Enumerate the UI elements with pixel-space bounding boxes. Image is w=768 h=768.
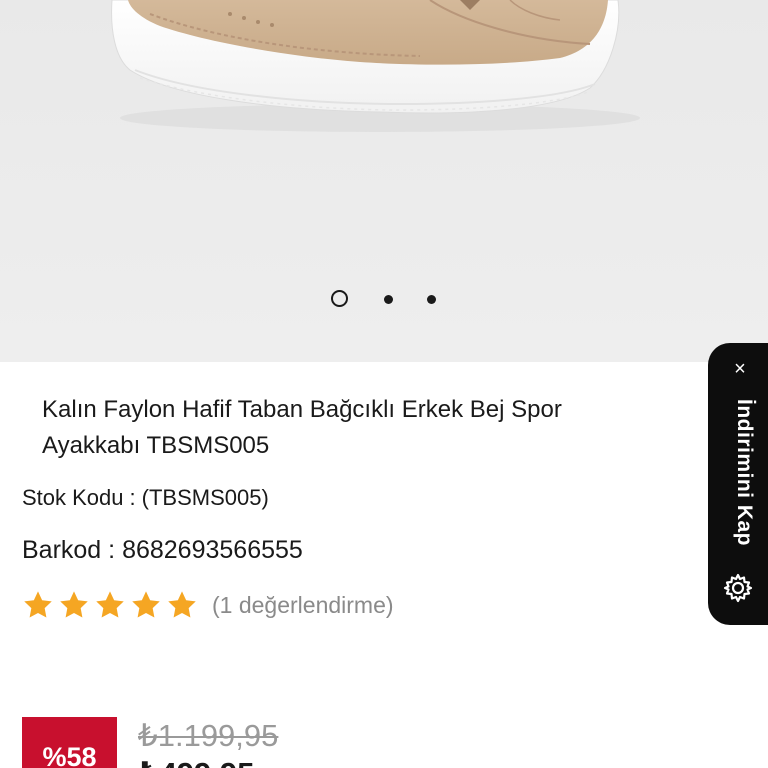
star-icon (24, 591, 52, 618)
product-page: Kalın Faylon Hafif Taban Bağcıklı Erkek … (0, 0, 768, 768)
stock-code: Stok Kodu: (TBSMS005) (22, 485, 269, 511)
star-icon (60, 591, 88, 618)
discount-side-tab[interactable]: × İndirimini Kap (708, 343, 768, 625)
stock-code-label: Stok Kodu (22, 485, 124, 510)
star-icon (96, 591, 124, 618)
product-title: Kalın Faylon Hafif Taban Bağcıklı Erkek … (42, 396, 562, 459)
current-price: ₺499,95 (138, 756, 254, 768)
pagination-dot[interactable] (384, 295, 393, 304)
barcode: Barkod : 8682693566555 (22, 536, 303, 565)
stock-code-value: (TBSMS005) (141, 485, 269, 510)
product-rating[interactable]: (1 değerlendirme) (22, 588, 394, 622)
side-tab-label[interactable]: İndirimini Kap (724, 399, 756, 559)
rating-stars (22, 589, 198, 621)
old-price: ₺1.199,95 (138, 718, 279, 753)
pagination-dot-active[interactable] (331, 290, 348, 307)
gear-icon (723, 573, 753, 603)
star-icon (132, 591, 160, 618)
gallery-pagination (0, 290, 768, 312)
review-count-link[interactable]: (1 değerlendirme) (212, 592, 394, 619)
stock-code-separator: : (129, 485, 136, 510)
barcode-value: 8682693566555 (122, 536, 303, 564)
discount-badge: %58 (22, 717, 117, 768)
product-image-gallery[interactable] (0, 0, 768, 362)
barcode-label: Barkod : (22, 536, 116, 564)
star-icon (168, 591, 196, 618)
pagination-dot[interactable] (427, 295, 436, 304)
close-icon[interactable]: × (730, 359, 750, 379)
